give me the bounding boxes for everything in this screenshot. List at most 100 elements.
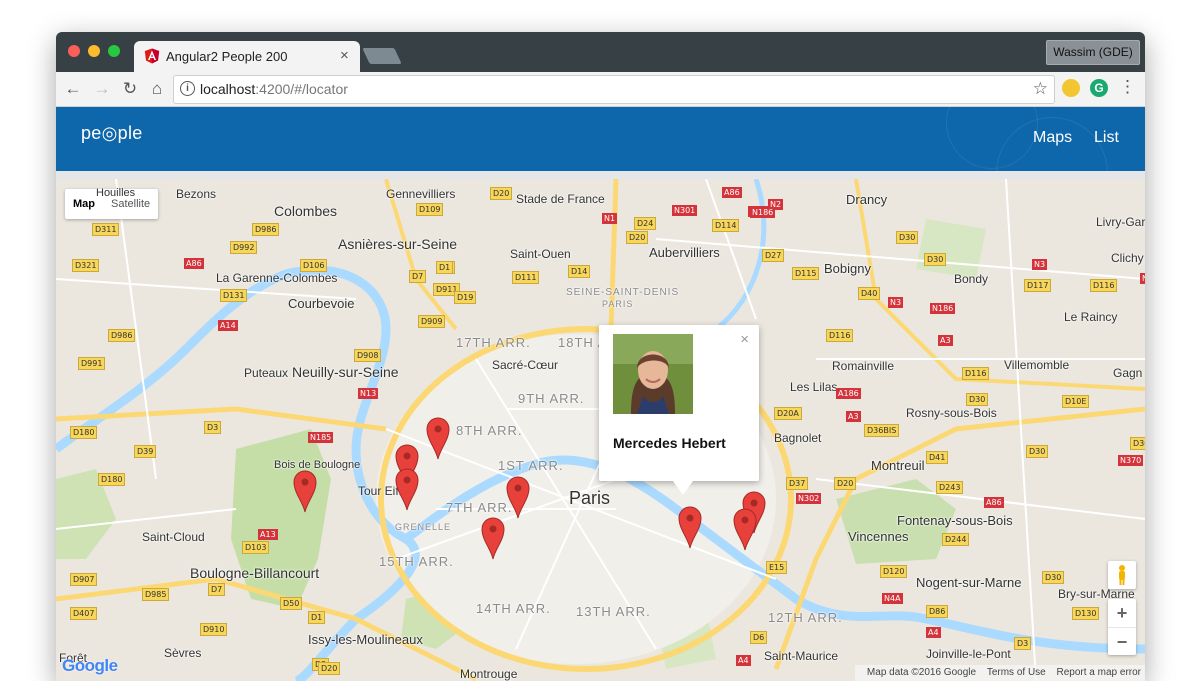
place-label: Montreuil [871, 458, 925, 473]
place-label: La Garenne-Colombes [216, 271, 338, 285]
road-shield: D3 [1014, 637, 1032, 650]
map-marker-icon[interactable] [678, 505, 702, 549]
road-shield: A186 [836, 388, 861, 399]
road-shield: A86 [722, 187, 742, 198]
place-label: Stade de France [516, 192, 605, 206]
app-logo[interactable]: pe◎ple [81, 123, 143, 144]
road-shield: D14 [568, 265, 591, 278]
back-icon[interactable]: ← [62, 78, 84, 100]
map-marker-icon[interactable] [506, 475, 530, 519]
place-label: Bondy [954, 272, 989, 286]
place-label: Asnières-sur-Seine [338, 236, 458, 252]
road-shield: D27 [762, 249, 785, 262]
tab-close-icon[interactable]: × [340, 47, 349, 64]
place-label: Sacré-Cœur [492, 358, 559, 372]
report-map-error-link[interactable]: Report a map error [1057, 667, 1141, 678]
road-shield: D36BIS [864, 424, 900, 437]
place-label: Boulogne-Billancourt [190, 565, 320, 581]
map-marker-icon[interactable] [395, 467, 419, 511]
address-bar[interactable]: i localhost:4200/#/locator ☆ [173, 75, 1055, 104]
close-window-button[interactable] [68, 45, 80, 57]
road-shield: D992 [230, 241, 258, 254]
road-shield: D1 [308, 611, 326, 624]
road-shield: D20 [626, 231, 649, 244]
road-shield: D106 [300, 259, 328, 272]
map-marker-icon[interactable] [293, 469, 317, 513]
nav-list-link[interactable]: List [1094, 129, 1119, 147]
place-label: 14TH ARR. [476, 601, 551, 616]
place-label: Bagnolet [774, 431, 822, 445]
angular-icon [144, 48, 160, 64]
place-label: Courbevoie [288, 296, 355, 311]
google-logo[interactable]: Google [62, 656, 118, 676]
place-label: Gagn [1113, 366, 1143, 380]
road-shield: D37 [786, 477, 809, 490]
place-label: 13TH ARR. [576, 604, 651, 619]
info-icon[interactable]: i [180, 81, 195, 96]
profile-button[interactable]: Wassim (GDE) [1046, 40, 1140, 65]
road-shield: A86 [184, 258, 204, 269]
forward-icon[interactable]: → [91, 78, 113, 100]
reload-icon[interactable]: ↻ [119, 78, 141, 100]
road-shield: N3 [888, 297, 904, 308]
road-shield: D131 [220, 289, 248, 302]
road-shield: D6 [750, 631, 768, 644]
road-shield: D10E [1062, 395, 1090, 408]
place-label: 7TH ARR. [446, 500, 513, 515]
nav-maps-link[interactable]: Maps [1033, 129, 1072, 147]
road-shield: A14 [218, 320, 238, 331]
road-shield: N302 [796, 493, 822, 504]
grammarly-extension-icon[interactable]: G [1090, 79, 1108, 97]
road-shield: D30 [966, 393, 989, 406]
road-shield: D311 [92, 223, 120, 236]
map-marker-icon[interactable] [733, 507, 757, 551]
close-icon[interactable]: × [740, 331, 749, 348]
info-window: × Mercedes Hebert [599, 325, 759, 481]
place-label: Puteaux [244, 366, 289, 380]
map-canvas[interactable]: Map Satellite Houilles Bezons Gennevillier… [56, 179, 1145, 681]
place-label: GRENELLE [395, 522, 452, 532]
map-attribution: Map data ©2016 Google Terms of Use Repor… [854, 665, 1145, 681]
road-shield: D243 [936, 481, 964, 494]
road-shield: D407 [70, 607, 98, 620]
place-label: 8TH ARR. [456, 423, 523, 438]
menu-icon[interactable]: ⋮ [1119, 77, 1136, 97]
road-shield: D103 [242, 541, 270, 554]
street-view-pegman-icon[interactable] [1108, 561, 1136, 589]
road-shield: D1 [436, 261, 454, 274]
road-shield: D180 [70, 426, 98, 439]
terms-of-use-link[interactable]: Terms of Use [987, 667, 1046, 678]
app-header: pe◎ple Maps List [56, 107, 1145, 171]
minimize-window-button[interactable] [88, 45, 100, 57]
zoom-in-button[interactable]: + [1108, 599, 1136, 627]
place-label: Joinville-le-Pont [926, 647, 1011, 661]
zoom-out-button[interactable]: − [1108, 627, 1136, 656]
tab-title: Angular2 People 200 [166, 49, 288, 64]
google-logo-text: Google [62, 656, 118, 675]
road-shield: D986 [108, 329, 136, 342]
road-shield: D986 [252, 223, 280, 236]
place-label: Les Lilas [790, 380, 838, 394]
night-extension-icon[interactable] [1062, 79, 1080, 97]
browser-tab[interactable]: Angular2 People 200 × [134, 41, 360, 72]
road-shield: A86 [984, 497, 1004, 508]
new-tab-button[interactable] [362, 48, 402, 64]
star-icon[interactable]: ☆ [1033, 79, 1048, 99]
home-icon[interactable]: ⌂ [146, 78, 168, 100]
place-label: Sèvres [164, 646, 202, 660]
place-label: Drancy [846, 192, 888, 207]
place-label: Romainville [832, 359, 895, 373]
road-shield: D130 [1072, 607, 1100, 620]
place-label: Montrouge [460, 667, 518, 681]
maximize-window-button[interactable] [108, 45, 120, 57]
place-label: 1ST ARR. [498, 458, 564, 473]
map-marker-icon[interactable] [481, 516, 505, 560]
place-label: Saint-Cloud [142, 530, 205, 544]
place-label: Nogent-sur-Marne [916, 575, 1022, 590]
road-shield: N301 [672, 205, 698, 216]
road-shield: D908 [354, 349, 382, 362]
road-shield: D991 [78, 357, 106, 370]
place-label: Livry-Gar [1096, 215, 1145, 229]
road-shield: D3 [204, 421, 222, 434]
map-marker-icon[interactable] [426, 416, 450, 460]
